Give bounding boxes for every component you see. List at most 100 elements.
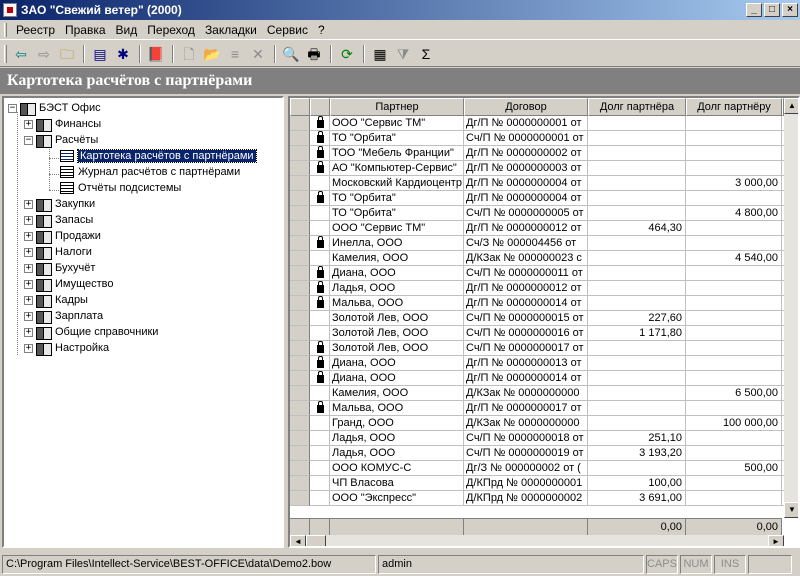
vertical-scrollbar[interactable]: ▲ ▼	[784, 98, 798, 518]
menu-navigate[interactable]: Переход	[142, 23, 200, 37]
row-indicator[interactable]	[290, 326, 310, 341]
minimize-button[interactable]: _	[746, 3, 762, 17]
scroll-up-button[interactable]: ▲	[784, 98, 798, 114]
tree-item-sales[interactable]: + Продажи	[24, 228, 101, 244]
sum-icon[interactable]: Σ	[415, 43, 437, 65]
row-indicator[interactable]	[290, 476, 310, 491]
book-icon[interactable]: 📕	[145, 43, 167, 65]
row-indicator[interactable]	[290, 176, 310, 191]
column-header-debt-to[interactable]: Долг партнёру	[686, 98, 782, 116]
scroll-right-button[interactable]: ►	[768, 535, 784, 546]
row-indicator[interactable]	[290, 416, 310, 431]
forward-arrow-icon[interactable]: ⇨	[33, 43, 55, 65]
toolbar-grip[interactable]	[4, 44, 7, 63]
horizontal-scrollbar[interactable]: ◄ ►	[290, 535, 784, 546]
row-indicator[interactable]	[290, 296, 310, 311]
expand-toggle[interactable]: +	[24, 279, 33, 289]
table-row[interactable]: Ладья, ООО Сч/П № 0000000019 от 3 193,20	[290, 446, 798, 461]
table-row[interactable]: Инелла, ООО Сч/З № 000004456 от	[290, 236, 798, 251]
expand-toggle[interactable]: +	[24, 119, 33, 129]
table-row[interactable]: ООО "Экспресс" Д/КПрд № 0000000002 3 691,0…	[290, 491, 798, 506]
row-indicator[interactable]	[290, 356, 310, 371]
table-row[interactable]: Ладья, ООО Сч/П № 0000000018 от 251,10	[290, 431, 798, 446]
row-indicator[interactable]	[290, 161, 310, 176]
tree-item-salary[interactable]: + Зарплата	[24, 308, 103, 324]
table-row[interactable]: Камелия, ООО Д/КЗак № 000000023 с 4 540,00	[290, 251, 798, 266]
panel-tree-icon[interactable]: ▤	[89, 43, 111, 65]
table-row[interactable]: ООО "Сервис ТМ" Дг/П № 0000000001 от	[290, 116, 798, 131]
tree-item-references[interactable]: + Общие справочники	[24, 324, 158, 340]
row-indicator[interactable]	[290, 236, 310, 251]
maximize-button[interactable]: □	[764, 3, 780, 17]
menu-edit[interactable]: Правка	[60, 23, 111, 37]
open-folder-icon[interactable]: 📂	[201, 43, 223, 65]
collapse-toggle[interactable]: −	[24, 135, 33, 145]
table-row[interactable]: ТОО "Мебель Франции" Дг/П № 0000000002 от	[290, 146, 798, 161]
row-indicator[interactable]	[290, 491, 310, 506]
column-header-debt-from[interactable]: Долг партнёра	[588, 98, 686, 116]
expand-toggle[interactable]: +	[24, 215, 33, 225]
menu-help[interactable]: ?	[313, 23, 330, 37]
scroll-left-button[interactable]: ◄	[290, 535, 306, 546]
row-indicator[interactable]	[290, 461, 310, 476]
table-row[interactable]: Мальва, ООО Дг/П № 0000000017 от	[290, 401, 798, 416]
table-row[interactable]: ООО КОМУС-С Дг/З № 000000002 от (500,00	[290, 461, 798, 476]
table-row[interactable]: Ладья, ООО Дг/П № 0000000012 от	[290, 281, 798, 296]
new-document-icon[interactable]: 🗋	[178, 43, 200, 65]
row-indicator[interactable]	[290, 146, 310, 161]
stack-icon[interactable]: ≡	[224, 43, 246, 65]
collapse-toggle[interactable]: −	[8, 103, 17, 113]
expand-toggle[interactable]: +	[24, 311, 33, 321]
indicator-header[interactable]	[290, 98, 310, 116]
table-row[interactable]: Диана, ООО Дг/П № 0000000013 от	[290, 356, 798, 371]
tree-item-partner-cards[interactable]: Картотека расчётов с партнёрами	[60, 148, 257, 164]
table-row[interactable]: ТО "Орбита" Сч/П № 0000000001 от	[290, 131, 798, 146]
tree-item-settlements[interactable]: − Расчёты	[24, 132, 98, 148]
tree-item-root[interactable]: − БЭСТ Офис	[8, 100, 101, 116]
tree-item-reports[interactable]: Отчёты подсистемы	[60, 180, 181, 196]
table-row[interactable]: Золотой Лев, ООО Сч/П № 0000000017 от	[290, 341, 798, 356]
row-indicator[interactable]	[290, 341, 310, 356]
row-indicator[interactable]	[290, 401, 310, 416]
menu-registry[interactable]: Реестр	[11, 23, 60, 37]
row-indicator[interactable]	[290, 251, 310, 266]
expand-toggle[interactable]: +	[24, 327, 33, 337]
tree-item-purchases[interactable]: + Закупки	[24, 196, 95, 212]
row-indicator[interactable]	[290, 371, 310, 386]
expand-toggle[interactable]: +	[24, 231, 33, 241]
row-indicator[interactable]	[290, 281, 310, 296]
column-header-partner[interactable]: Партнер	[330, 98, 464, 116]
tree-item-finance[interactable]: + Финансы	[24, 116, 101, 132]
horizontal-scroll-thumb[interactable]	[306, 535, 326, 546]
tree-item-taxes[interactable]: + Налоги	[24, 244, 92, 260]
tree-item-accounting[interactable]: + Бухучёт	[24, 260, 95, 276]
tree-item-setup[interactable]: + Настройка	[24, 340, 109, 356]
expand-toggle[interactable]: +	[24, 199, 33, 209]
lock-header[interactable]	[310, 98, 330, 116]
row-indicator[interactable]	[290, 266, 310, 281]
tree-item-stocks[interactable]: + Запасы	[24, 212, 93, 228]
table-row[interactable]: Золотой Лев, ООО Сч/П № 0000000016 от 1 17…	[290, 326, 798, 341]
menu-grip[interactable]	[4, 22, 7, 37]
table-row[interactable]: Диана, ООО Дг/П № 0000000014 от	[290, 371, 798, 386]
menu-service[interactable]: Сервис	[262, 23, 313, 37]
row-indicator[interactable]	[290, 221, 310, 236]
table-row[interactable]: Золотой Лев, ООО Сч/П № 0000000015 от 227,…	[290, 311, 798, 326]
table-row[interactable]: АО "Компьютер-Сервис" Дг/П № 0000000003 о…	[290, 161, 798, 176]
column-header-contract[interactable]: Договор	[464, 98, 588, 116]
row-indicator[interactable]	[290, 131, 310, 146]
row-indicator[interactable]	[290, 446, 310, 461]
tree-item-personnel[interactable]: + Кадры	[24, 292, 88, 308]
table-row[interactable]: ТО "Орбита" Дг/П № 0000000004 от	[290, 191, 798, 206]
table-row[interactable]: ТО "Орбита" Сч/П № 0000000005 от 4 800,00	[290, 206, 798, 221]
table-row[interactable]: Московский Кардиоцентр Дг/П № 0000000004 …	[290, 176, 798, 191]
menu-bookmarks[interactable]: Закладки	[200, 23, 262, 37]
table-row[interactable]: Диана, ООО Сч/П № 0000000011 от	[290, 266, 798, 281]
print-preview-icon[interactable]: 🔍	[280, 43, 302, 65]
row-indicator[interactable]	[290, 191, 310, 206]
expand-toggle[interactable]: +	[24, 343, 33, 353]
calculator-icon[interactable]: ▦	[369, 43, 391, 65]
table-row[interactable]: Камелия, ООО Д/КЗак № 0000000000 6 500,00	[290, 386, 798, 401]
row-indicator[interactable]	[290, 311, 310, 326]
expand-toggle[interactable]: +	[24, 247, 33, 257]
